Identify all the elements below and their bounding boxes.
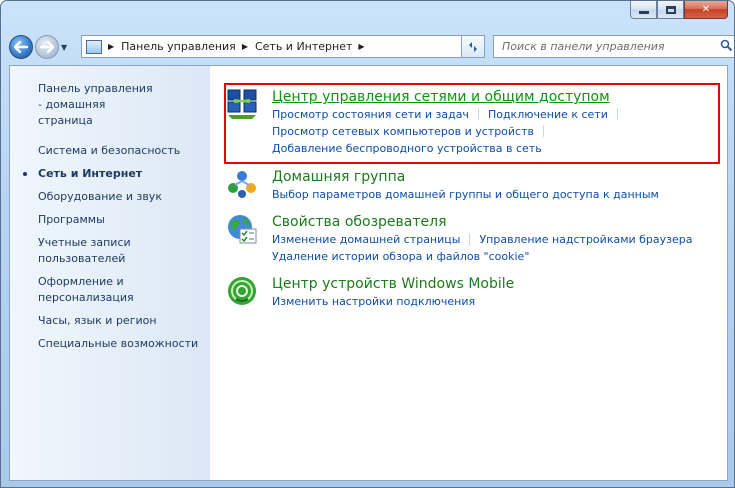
- link-add-wireless-device[interactable]: Добавление беспроводного устройства в се…: [272, 142, 542, 155]
- refresh-button[interactable]: [461, 35, 485, 58]
- sidebar-item-home[interactable]: Панель управления - домашняя страница: [10, 81, 160, 129]
- breadcrumb-network-internet[interactable]: Сеть и Интернет: [255, 40, 352, 53]
- windows-mobile-links: Изменить настройки подключения: [272, 293, 514, 310]
- link-change-connection-settings[interactable]: Изменить настройки подключения: [272, 295, 475, 308]
- recent-pages-dropdown[interactable]: ▼: [61, 43, 71, 52]
- breadcrumb-chevron-icon[interactable]: ▶: [108, 42, 114, 51]
- category-internet-options: Свойства обозревателя Изменение домашней…: [226, 213, 693, 265]
- link-view-network-computers[interactable]: Просмотр сетевых компьютеров и устройств: [272, 125, 534, 138]
- back-arrow-icon: [14, 41, 28, 53]
- minimize-button[interactable]: [630, 1, 657, 19]
- homegroup-icon[interactable]: [226, 168, 258, 200]
- internet-options-title[interactable]: Свойства обозревателя: [272, 213, 447, 231]
- caption-buttons: ✕: [630, 1, 728, 19]
- control-panel-icon: [86, 39, 102, 54]
- category-homegroup: Домашняя группа Выбор параметров домашне…: [226, 168, 659, 203]
- navigation-bar: ▼ ▶ Панель управления ▶ Сеть и Интернет …: [9, 31, 734, 63]
- forward-arrow-icon: [40, 41, 54, 53]
- internet-options-icon[interactable]: [226, 213, 258, 245]
- maximize-button[interactable]: [657, 1, 684, 19]
- sidebar-item-accessibility[interactable]: Специальные возможности: [10, 336, 210, 352]
- back-button[interactable]: [9, 35, 33, 59]
- sidebar-item-hardware-sound[interactable]: Оборудование и звук: [10, 189, 210, 205]
- link-separator: [543, 125, 544, 137]
- search-input[interactable]: [494, 36, 717, 57]
- link-delete-browsing-history[interactable]: Удаление истории обзора и файлов "cookie…: [272, 250, 529, 263]
- close-icon: ✕: [701, 4, 711, 15]
- link-change-home-page[interactable]: Изменение домашней страницы: [272, 233, 460, 246]
- sidebar-item-clock-language[interactable]: Часы, язык и регион: [10, 313, 210, 329]
- homegroup-title[interactable]: Домашняя группа: [272, 168, 405, 186]
- windows-mobile-icon[interactable]: [226, 275, 258, 307]
- content-area: Панель управления - домашняя страница Си…: [9, 65, 728, 481]
- search-icon[interactable]: [717, 39, 734, 55]
- sidebar-item-user-accounts[interactable]: Учетные записи пользователей: [10, 235, 150, 267]
- link-separator: [616, 108, 618, 120]
- main-panel: Центр управления сетями и общим доступом…: [210, 66, 727, 480]
- sidebar-item-programs[interactable]: Программы: [10, 212, 210, 228]
- breadcrumb-chevron-icon[interactable]: ▶: [358, 42, 364, 51]
- link-manage-addons[interactable]: Управление надстройками браузера: [479, 233, 692, 246]
- sidebar-item-appearance[interactable]: Оформление и персонализация: [10, 274, 150, 306]
- category-windows-mobile: Центр устройств Windows Mobile Изменить …: [226, 275, 514, 310]
- network-center-icon[interactable]: [226, 88, 258, 120]
- forward-button[interactable]: [35, 35, 59, 59]
- network-center-links: Просмотр состояния сети и задач Подключен…: [272, 106, 627, 157]
- maximize-icon: [665, 5, 676, 14]
- breadcrumb-control-panel[interactable]: Панель управления: [121, 40, 236, 53]
- sidebar-item-system-security[interactable]: Система и безопасность: [10, 143, 210, 159]
- link-connect-to-network[interactable]: Подключение к сети: [488, 108, 608, 121]
- link-separator: [469, 233, 471, 245]
- network-center-title[interactable]: Центр управления сетями и общим доступом: [272, 88, 610, 106]
- breadcrumb-chevron-icon[interactable]: ▶: [242, 42, 248, 51]
- minimize-icon: [638, 11, 649, 14]
- close-button[interactable]: ✕: [684, 1, 728, 19]
- category-network-center: Центр управления сетями и общим доступом…: [226, 88, 627, 157]
- address-bar[interactable]: ▶ Панель управления ▶ Сеть и Интернет ▶ …: [81, 35, 483, 58]
- sidebar-item-network-internet[interactable]: Сеть и Интернет: [10, 166, 210, 182]
- search-box[interactable]: [493, 35, 734, 58]
- link-view-network-status[interactable]: Просмотр состояния сети и задач: [272, 108, 469, 121]
- windows-mobile-title[interactable]: Центр устройств Windows Mobile: [272, 275, 514, 293]
- control-panel-window: ✕ ▼ ▶ Панель управления ▶ Сеть и Интерне…: [0, 0, 735, 488]
- sidebar: Панель управления - домашняя страница Си…: [10, 66, 210, 480]
- link-separator: [477, 108, 479, 120]
- homegroup-links: Выбор параметров домашней группы и общег…: [272, 186, 659, 203]
- refresh-icon: [469, 41, 477, 52]
- internet-options-links: Изменение домашней страницы Управление на…: [272, 231, 693, 265]
- link-homegroup-options[interactable]: Выбор параметров домашней группы и общег…: [272, 188, 659, 201]
